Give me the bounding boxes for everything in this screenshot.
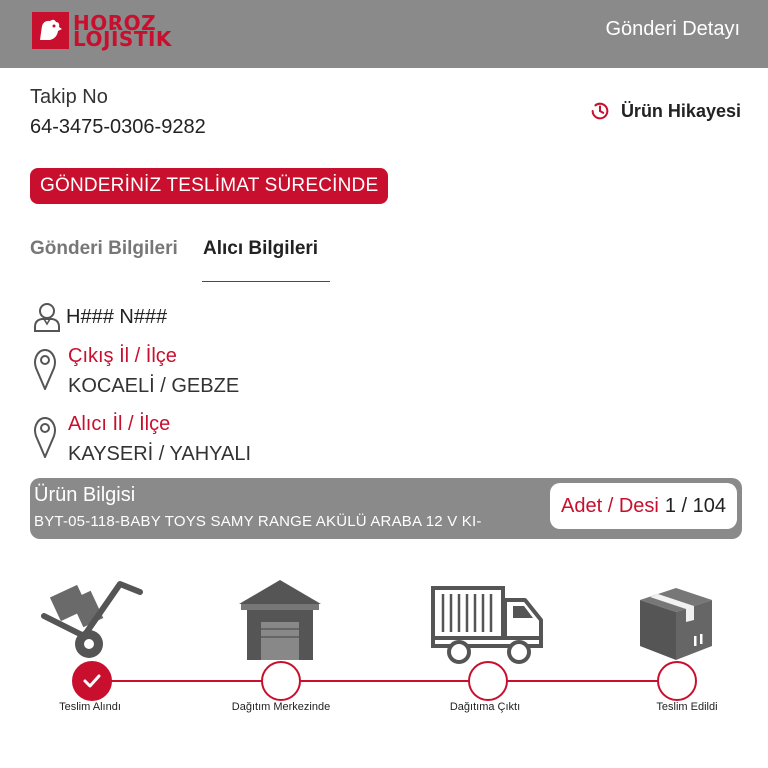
check-icon bbox=[83, 674, 101, 688]
tracking-label: Takip No bbox=[30, 86, 108, 108]
warehouse-icon bbox=[237, 578, 323, 665]
tracking-number: 64-3475-0306-9282 bbox=[30, 116, 206, 138]
history-icon bbox=[591, 102, 609, 120]
quantity-desi-value: 1 / 104 bbox=[664, 494, 726, 517]
timeline-step-3-marker bbox=[468, 661, 508, 701]
quantity-desi-label: Adet / Desi bbox=[561, 494, 659, 517]
destination-value: KAYSERİ / YAHYALI bbox=[68, 443, 252, 465]
origin-label: Çıkış İl / İlçe bbox=[68, 345, 177, 367]
logo-line-2: LOJİSTİK bbox=[73, 26, 172, 51]
tab-shipment-info[interactable]: Gönderi Bilgileri bbox=[30, 238, 178, 260]
timeline-step-1-marker bbox=[72, 661, 112, 701]
timeline-track bbox=[92, 680, 677, 682]
timeline-step-2-marker bbox=[261, 661, 301, 701]
horoz-logo[interactable]: HOROZ LOJİSTİK bbox=[32, 12, 172, 49]
product-info-title: Ürün Bilgisi bbox=[34, 484, 136, 506]
timeline-step-4-marker bbox=[657, 661, 697, 701]
product-description: BYT-05-118-BABY TOYS SAMY RANGE AKÜLÜ AR… bbox=[34, 513, 482, 530]
delivery-truck-icon bbox=[431, 586, 545, 673]
tab-recipient-info[interactable]: Alıcı Bilgileri bbox=[203, 238, 318, 260]
timeline-step-4-label: Teslim Edildi bbox=[656, 701, 718, 713]
destination-label: Alıcı İl / İlçe bbox=[68, 413, 171, 435]
app-header: HOROZ LOJİSTİK Gönderi Detayı bbox=[0, 0, 768, 68]
product-history-link[interactable]: Ürün Hikayesi bbox=[589, 100, 741, 122]
timeline-step-1-label: Teslim Alındı bbox=[59, 701, 121, 713]
page-title: Gönderi Detayı bbox=[605, 18, 740, 40]
recipient-name: H### N### bbox=[66, 306, 168, 328]
timeline-step-2-label: Dağıtım Merkezinde bbox=[231, 701, 331, 713]
quantity-desi-pill: Adet / Desi 1 / 104 bbox=[550, 483, 737, 529]
timeline-step-3-label: Dağıtıma Çıktı bbox=[449, 701, 521, 713]
origin-value: KOCAELİ / GEBZE bbox=[68, 375, 240, 397]
product-info-bar: Ürün Bilgisi BYT-05-118-BABY TOYS SAMY R… bbox=[30, 478, 742, 539]
product-history-label: Ürün Hikayesi bbox=[620, 100, 741, 121]
logo-text: HOROZ LOJİSTİK bbox=[73, 13, 172, 51]
delivery-timeline: Teslim Alındı Dağıtım Merkezinde Dağıtım… bbox=[0, 560, 768, 760]
person-icon bbox=[32, 300, 62, 337]
rooster-logo-icon bbox=[32, 12, 69, 49]
location-pin-icon bbox=[33, 348, 57, 395]
status-badge: GÖNDERİNİZ TESLİMAT SÜRECİNDE bbox=[30, 168, 389, 204]
active-tab-indicator bbox=[202, 281, 330, 282]
box-icon bbox=[636, 584, 716, 667]
hand-truck-icon bbox=[40, 572, 144, 667]
location-pin-icon bbox=[33, 416, 57, 463]
